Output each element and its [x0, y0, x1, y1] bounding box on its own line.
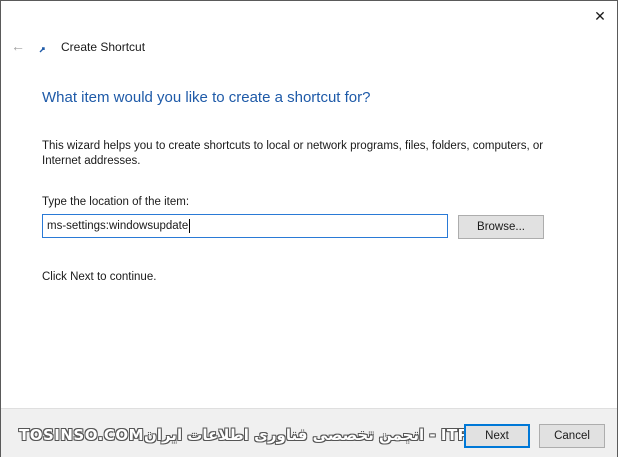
close-button[interactable]: ✕: [583, 1, 617, 31]
back-arrow-icon: ←: [11, 38, 25, 54]
page-heading: What item would you like to create a sho…: [42, 89, 371, 106]
next-button[interactable]: Next: [464, 424, 530, 448]
browse-button-label: Browse...: [477, 221, 525, 233]
back-button[interactable]: ←: [9, 39, 27, 53]
cancel-button[interactable]: Cancel: [539, 424, 605, 448]
location-input[interactable]: ms-settings:windowsupdate: [42, 214, 448, 238]
location-input-value: ms-settings:windowsupdate: [47, 220, 189, 232]
wizard-footer: TOSINSO.COMانجمن تخصصی فناوری اطلاعات ای…: [1, 408, 617, 457]
continue-instruction: Click Next to continue.: [42, 271, 157, 283]
cancel-button-label: Cancel: [554, 430, 590, 442]
shortcut-wizard-icon: [38, 45, 47, 54]
location-label: Type the location of the item:: [42, 196, 190, 208]
browse-button[interactable]: Browse...: [458, 215, 544, 239]
next-button-label: Next: [485, 430, 509, 442]
text-caret: [189, 219, 191, 233]
wizard-description: This wizard helps you to create shortcut…: [42, 140, 544, 167]
wizard-header: ← Create Shortcut: [1, 31, 617, 61]
watermark-text: TOSINSO.COMانجمن تخصصی فناوری اطلاعات ای…: [19, 426, 507, 444]
wizard-title: Create Shortcut: [61, 40, 146, 54]
close-icon: ✕: [594, 8, 606, 24]
create-shortcut-window: ✕ ← Create Shortcut What item would you …: [0, 0, 618, 457]
